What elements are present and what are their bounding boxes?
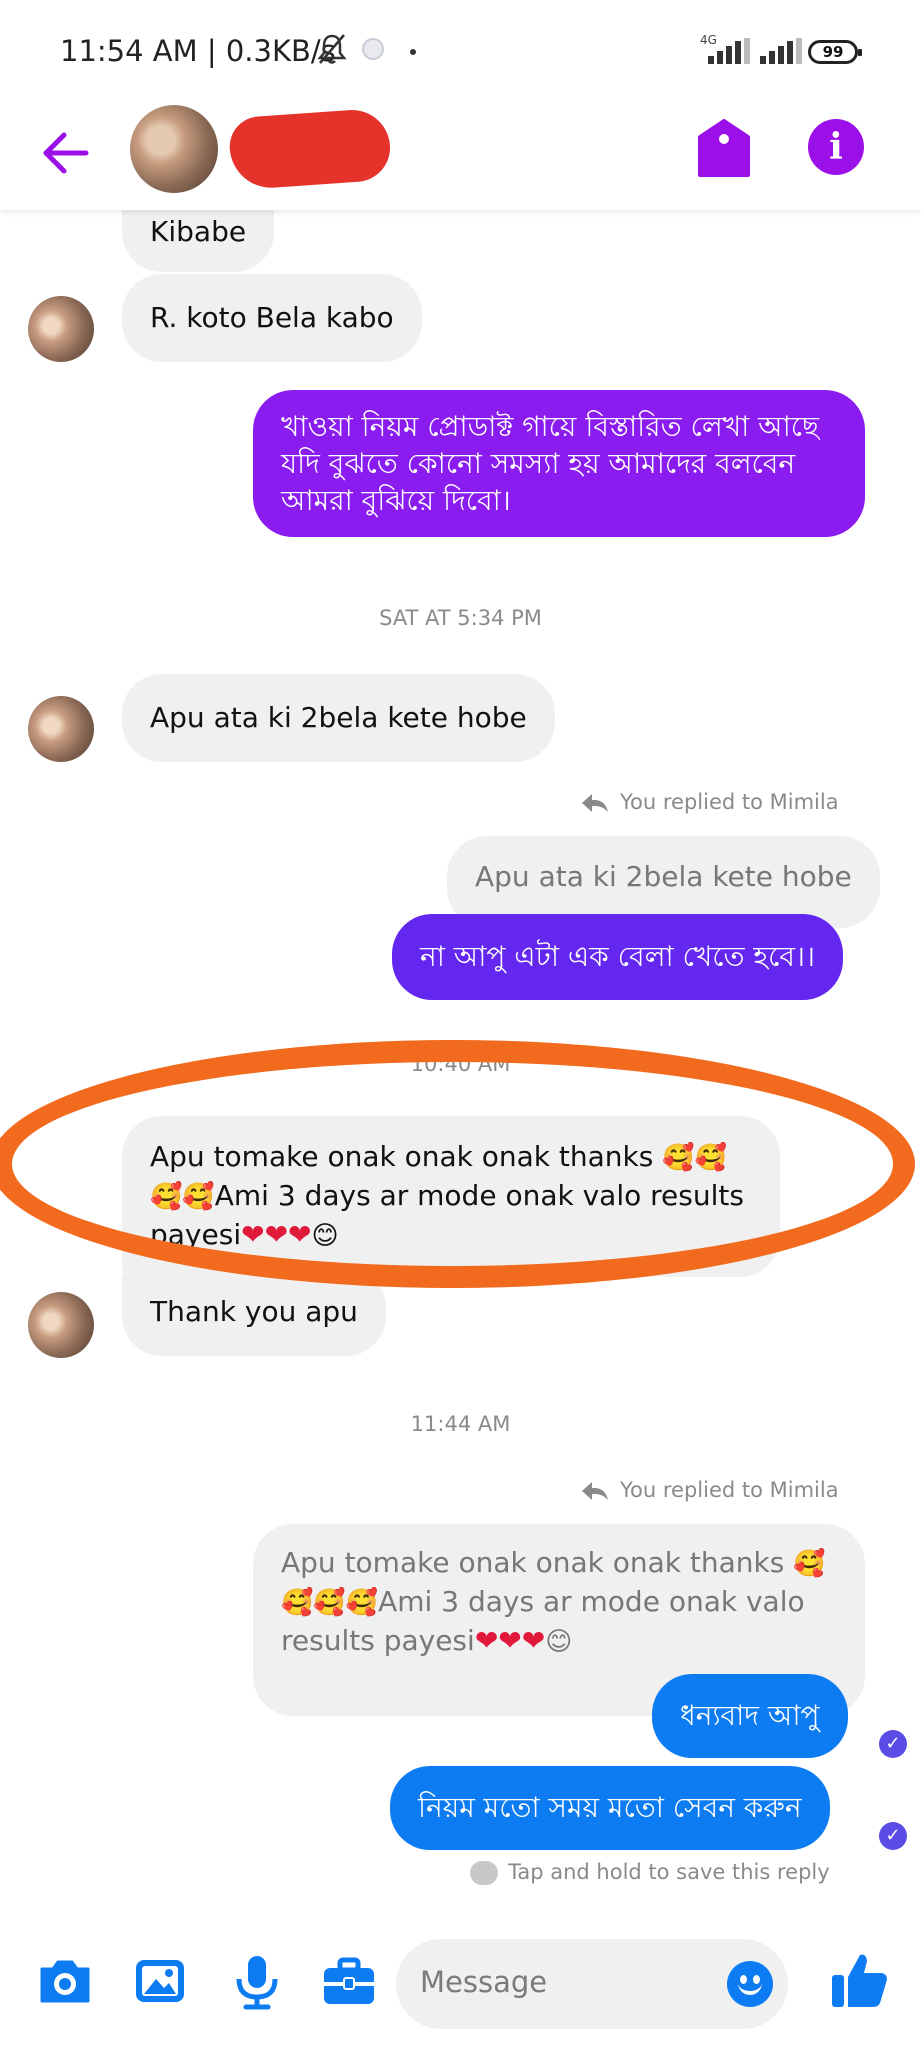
status-bar: 11:54 AM | 0.3KB/s 4G 99 [0,0,921,105]
reply-indicator-label: You replied to Mimila [620,1478,839,1502]
save-reply-hint: Tap and hold to save this reply [470,1860,830,1885]
message-text: results payesi [281,1624,475,1657]
outgoing-message[interactable]: নিয়ম মতো সময় মতো সেবন করুন [390,1766,830,1850]
message-text: Ami 3 days ar mode onak valo [378,1585,805,1618]
thumbs-up-icon[interactable] [828,1949,892,2013]
smile-emoji: 😊 [545,1627,573,1657]
heart-emoji: ❤❤❤ [474,1624,546,1657]
outgoing-message[interactable]: খাওয়া নিয়ম প্রোডাক্ট গায়ে বিস্তারিত ল… [253,390,865,537]
signal-strength-icon [708,38,750,64]
gallery-icon[interactable] [132,1953,190,2011]
battery-icon: 99 [808,40,862,64]
conversation-header: M i [0,105,921,210]
notifications-muted-icon [317,34,347,64]
outgoing-message[interactable]: না আপু এটা এক বেলা খেতে হবে।। [392,914,843,1000]
seen-check-icon: ✓ [879,1822,907,1850]
signal-strength-icon-2 [760,38,802,64]
smiling-hearts-emoji: 🥰 [793,1549,826,1579]
briefcase-icon[interactable] [320,1953,378,2011]
label-tag-icon[interactable] [696,119,752,179]
smiling-hearts-emoji: 🥰🥰🥰 [281,1588,379,1618]
app-notification-icon [362,38,384,60]
message-composer: Message [0,1925,921,2048]
message-text: Apu tomake onak onak onak thanks [281,1546,785,1579]
back-arrow-icon[interactable] [40,128,90,178]
chat-bubble-icon [470,1861,498,1885]
more-notifications-dot [410,49,416,55]
microphone-icon[interactable] [228,1953,286,2011]
info-icon[interactable]: i [808,119,864,175]
camera-icon[interactable] [36,1953,94,2011]
status-time: 11:54 AM | 0.3KB/s [60,34,336,68]
outgoing-message[interactable]: ধন্যবাদ আপু [652,1674,848,1758]
highlight-annotation [0,1040,915,1288]
message-placeholder: Message [420,1965,548,1999]
contact-avatar[interactable] [130,105,218,193]
hint-text: Tap and hold to save this reply [508,1860,830,1884]
sender-avatar[interactable] [28,296,94,362]
sender-avatar[interactable] [28,696,94,762]
timestamp: SAT AT 5:34 PM [379,606,542,630]
redaction-mark [227,107,393,191]
reply-indicator: You replied to Mimila [580,790,839,814]
reply-indicator-label: You replied to Mimila [620,790,839,814]
emoji-icon[interactable] [727,1961,773,2007]
sender-avatar[interactable] [28,1292,94,1358]
reply-indicator: You replied to Mimila [580,1478,839,1502]
reply-arrow-icon [582,1482,608,1500]
incoming-message[interactable]: R. koto Bela kabo [122,274,422,362]
reply-arrow-icon [582,794,608,812]
seen-check-icon: ✓ [879,1730,907,1758]
timestamp: 11:44 AM [410,1412,511,1436]
incoming-message[interactable]: Apu ata ki 2bela kete hobe [122,674,555,762]
